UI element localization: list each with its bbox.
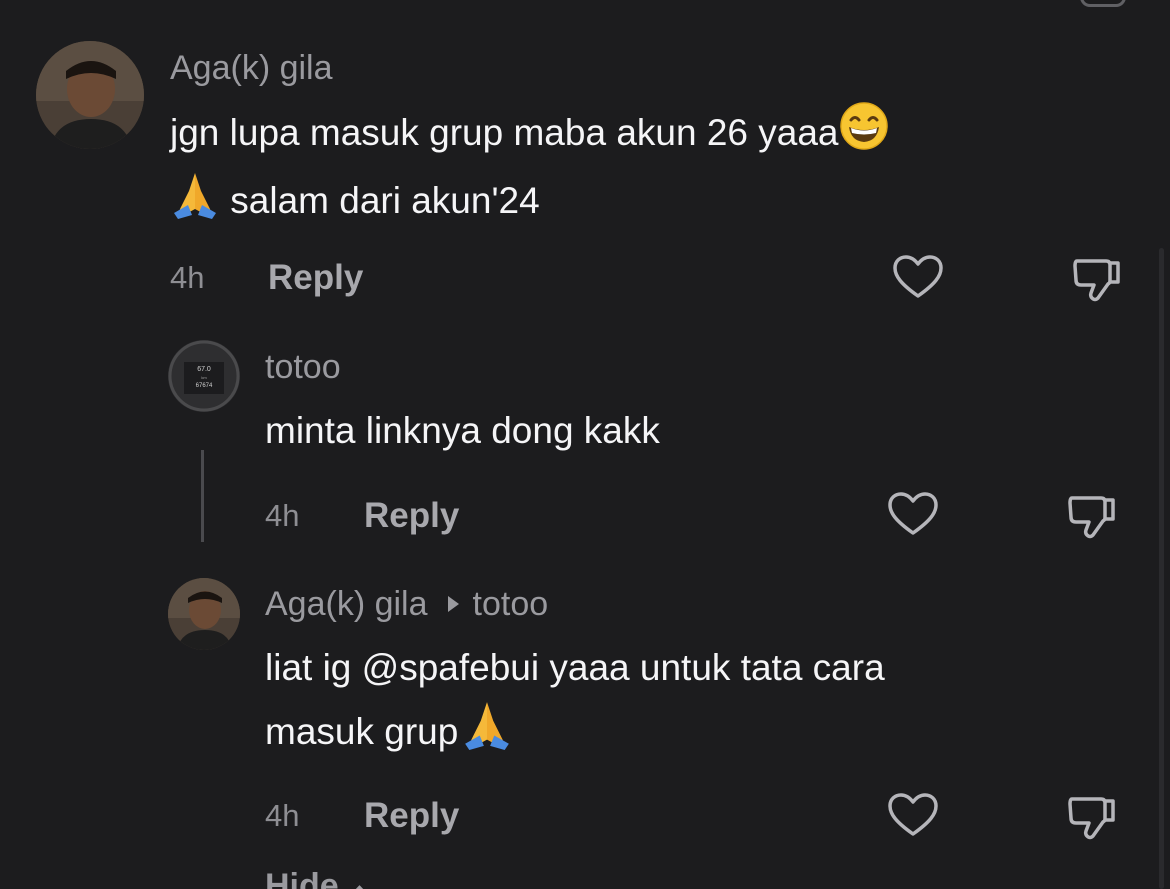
- avatar-text: 67674: [196, 383, 213, 389]
- comment-text-line: salam dari akun'24: [230, 180, 540, 221]
- chevron-up-icon: [349, 885, 369, 889]
- reply-to-name[interactable]: totoo: [473, 585, 549, 623]
- thread-line: [201, 450, 204, 542]
- reply-button[interactable]: Reply: [268, 258, 363, 298]
- thumbs-down-icon[interactable]: [1065, 488, 1119, 542]
- avatar[interactable]: [168, 578, 240, 650]
- thumbs-down-icon[interactable]: [1070, 251, 1124, 305]
- hide-replies-button[interactable]: Hide: [265, 866, 369, 889]
- avatar-text: 67.0: [197, 366, 211, 373]
- heart-icon[interactable]: [886, 789, 940, 843]
- comment-text-line: jgn lupa masuk grup maba akun 26 yaaa: [170, 112, 839, 153]
- reply-arrow-icon: [447, 596, 459, 612]
- comment-author[interactable]: Aga(k) gila totoo: [265, 584, 548, 624]
- comment-time: 4h: [265, 798, 300, 833]
- heart-icon[interactable]: [886, 488, 940, 542]
- reply-button[interactable]: Reply: [364, 496, 459, 536]
- comment-time: 4h: [170, 260, 205, 295]
- avatar-text: km: [201, 375, 207, 380]
- heart-icon[interactable]: [891, 251, 945, 305]
- reply-button[interactable]: Reply: [364, 796, 459, 836]
- avatar[interactable]: [36, 41, 144, 149]
- comment-author[interactable]: totoo: [265, 347, 341, 387]
- comment-time: 4h: [265, 498, 300, 533]
- hide-label[interactable]: Hide: [265, 867, 339, 889]
- comments-screen: Aga(k) gila jgn lupa masuk grup maba aku…: [0, 0, 1170, 889]
- comment-text: minta linknya dong kakk: [265, 400, 660, 461]
- comment-text-line: masuk grup: [265, 711, 459, 752]
- folded-hands-emoji-icon: [170, 169, 220, 237]
- grinning-face-emoji-icon: [839, 101, 889, 169]
- scrollbar[interactable]: [1159, 248, 1164, 889]
- comment-author-name[interactable]: Aga(k) gila: [265, 585, 428, 623]
- folded-hands-emoji-icon: [458, 698, 516, 768]
- partial-icon: [1080, 0, 1126, 7]
- comment-text-line: minta linknya dong kakk: [265, 410, 660, 451]
- comment-text-line: liat ig @spafebui yaaa untuk tata cara: [265, 647, 885, 688]
- avatar[interactable]: 67.0 km 67674: [168, 340, 240, 412]
- thumbs-down-icon[interactable]: [1065, 789, 1119, 843]
- comment-text: liat ig @spafebui yaaa untuk tata cara m…: [265, 637, 885, 768]
- comment-text: jgn lupa masuk grup maba akun 26 yaaa sa…: [170, 101, 889, 237]
- comment-author[interactable]: Aga(k) gila: [170, 48, 333, 88]
